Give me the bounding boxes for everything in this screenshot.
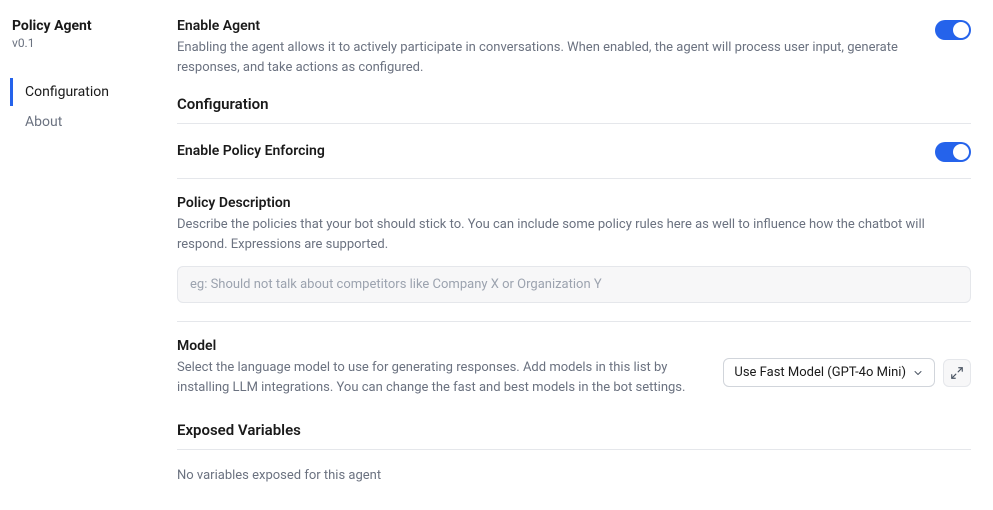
divider bbox=[177, 449, 971, 450]
enable-policy-label: Enable Policy Enforcing bbox=[177, 143, 325, 159]
sidebar-item-about[interactable]: About bbox=[10, 108, 165, 136]
exposed-variables-heading: Exposed Variables bbox=[177, 421, 971, 439]
enable-agent-section: Enable Agent Enabling the agent allows i… bbox=[177, 18, 971, 77]
enable-agent-label: Enable Agent bbox=[177, 18, 915, 34]
model-section: Model Select the language model to use f… bbox=[177, 338, 971, 397]
sidebar-version: v0.1 bbox=[10, 36, 165, 50]
chevron-down-icon bbox=[912, 367, 924, 379]
sidebar-title: Policy Agent bbox=[10, 18, 165, 34]
enable-agent-text: Enable Agent Enabling the agent allows i… bbox=[177, 18, 915, 77]
toggle-knob bbox=[953, 144, 969, 160]
expand-icon bbox=[950, 366, 964, 380]
model-select-value: Use Fast Model (GPT-4o Mini) bbox=[734, 365, 906, 380]
sidebar-nav: Configuration About bbox=[10, 78, 165, 136]
sidebar: Policy Agent v0.1 Configuration About bbox=[0, 0, 165, 510]
enable-policy-section: Enable Policy Enforcing bbox=[177, 140, 971, 162]
model-description: Select the language model to use for gen… bbox=[177, 358, 711, 397]
configuration-heading: Configuration bbox=[177, 95, 971, 113]
model-select[interactable]: Use Fast Model (GPT-4o Mini) bbox=[723, 358, 935, 387]
enable-agent-toggle[interactable] bbox=[935, 20, 971, 40]
sidebar-item-label: Configuration bbox=[25, 84, 109, 100]
expand-button[interactable] bbox=[943, 359, 971, 387]
model-label: Model bbox=[177, 338, 971, 354]
policy-description-section: Policy Description Describe the policies… bbox=[177, 195, 971, 303]
enable-policy-toggle[interactable] bbox=[935, 142, 971, 162]
enable-agent-description: Enabling the agent allows it to actively… bbox=[177, 38, 915, 77]
sidebar-item-label: About bbox=[25, 114, 62, 130]
main-content: Enable Agent Enabling the agent allows i… bbox=[165, 0, 993, 510]
policy-description-label: Policy Description bbox=[177, 195, 971, 211]
divider bbox=[177, 178, 971, 179]
policy-description-input[interactable] bbox=[177, 266, 971, 303]
exposed-variables-empty: No variables exposed for this agent bbox=[177, 466, 971, 486]
sidebar-item-configuration[interactable]: Configuration bbox=[10, 78, 165, 106]
divider bbox=[177, 123, 971, 124]
model-controls: Use Fast Model (GPT-4o Mini) bbox=[723, 358, 971, 387]
divider bbox=[177, 321, 971, 322]
policy-description-text: Describe the policies that your bot shou… bbox=[177, 215, 971, 254]
toggle-knob bbox=[953, 22, 969, 38]
